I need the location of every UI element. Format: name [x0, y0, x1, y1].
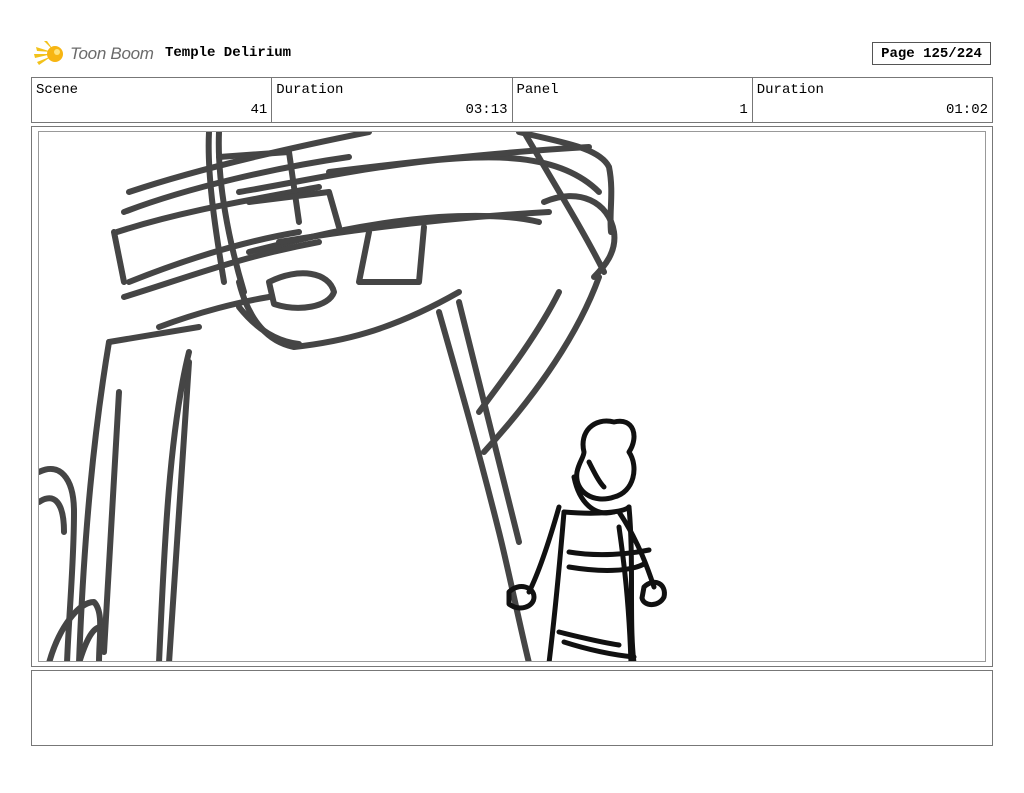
scene-duration-cell: Duration 03:13 [272, 78, 513, 122]
scene-duration-value: 03:13 [465, 102, 508, 118]
giant-figure-sketch [39, 132, 618, 661]
scene-duration-label: Duration [276, 82, 344, 98]
scene-cell: Scene 41 [32, 78, 273, 122]
toon-boom-logo: Toon Boom [34, 38, 154, 70]
storyboard-sketch [39, 132, 667, 661]
panel-cell: Panel 1 [513, 78, 753, 122]
info-row: Scene 41 Duration 03:13 Panel 1 Duration… [31, 77, 993, 123]
scene-value: 41 [250, 102, 268, 118]
panel-image [38, 131, 986, 662]
project-title: Temple Delirium [165, 45, 292, 61]
logo-text: Toon Boom [70, 44, 154, 63]
small-character-sketch [506, 418, 667, 661]
panel-frame [31, 126, 993, 667]
panel-duration-cell: Duration 01:02 [753, 78, 992, 122]
panel-value: 1 [739, 102, 748, 118]
starburst-icon [34, 41, 63, 65]
scene-label: Scene [36, 82, 79, 98]
notes-box [31, 670, 993, 746]
page-number: Page 125/224 [872, 42, 991, 65]
panel-duration-label: Duration [756, 82, 824, 98]
panel-label: Panel [516, 82, 559, 98]
panel-duration-value: 01:02 [945, 102, 988, 118]
